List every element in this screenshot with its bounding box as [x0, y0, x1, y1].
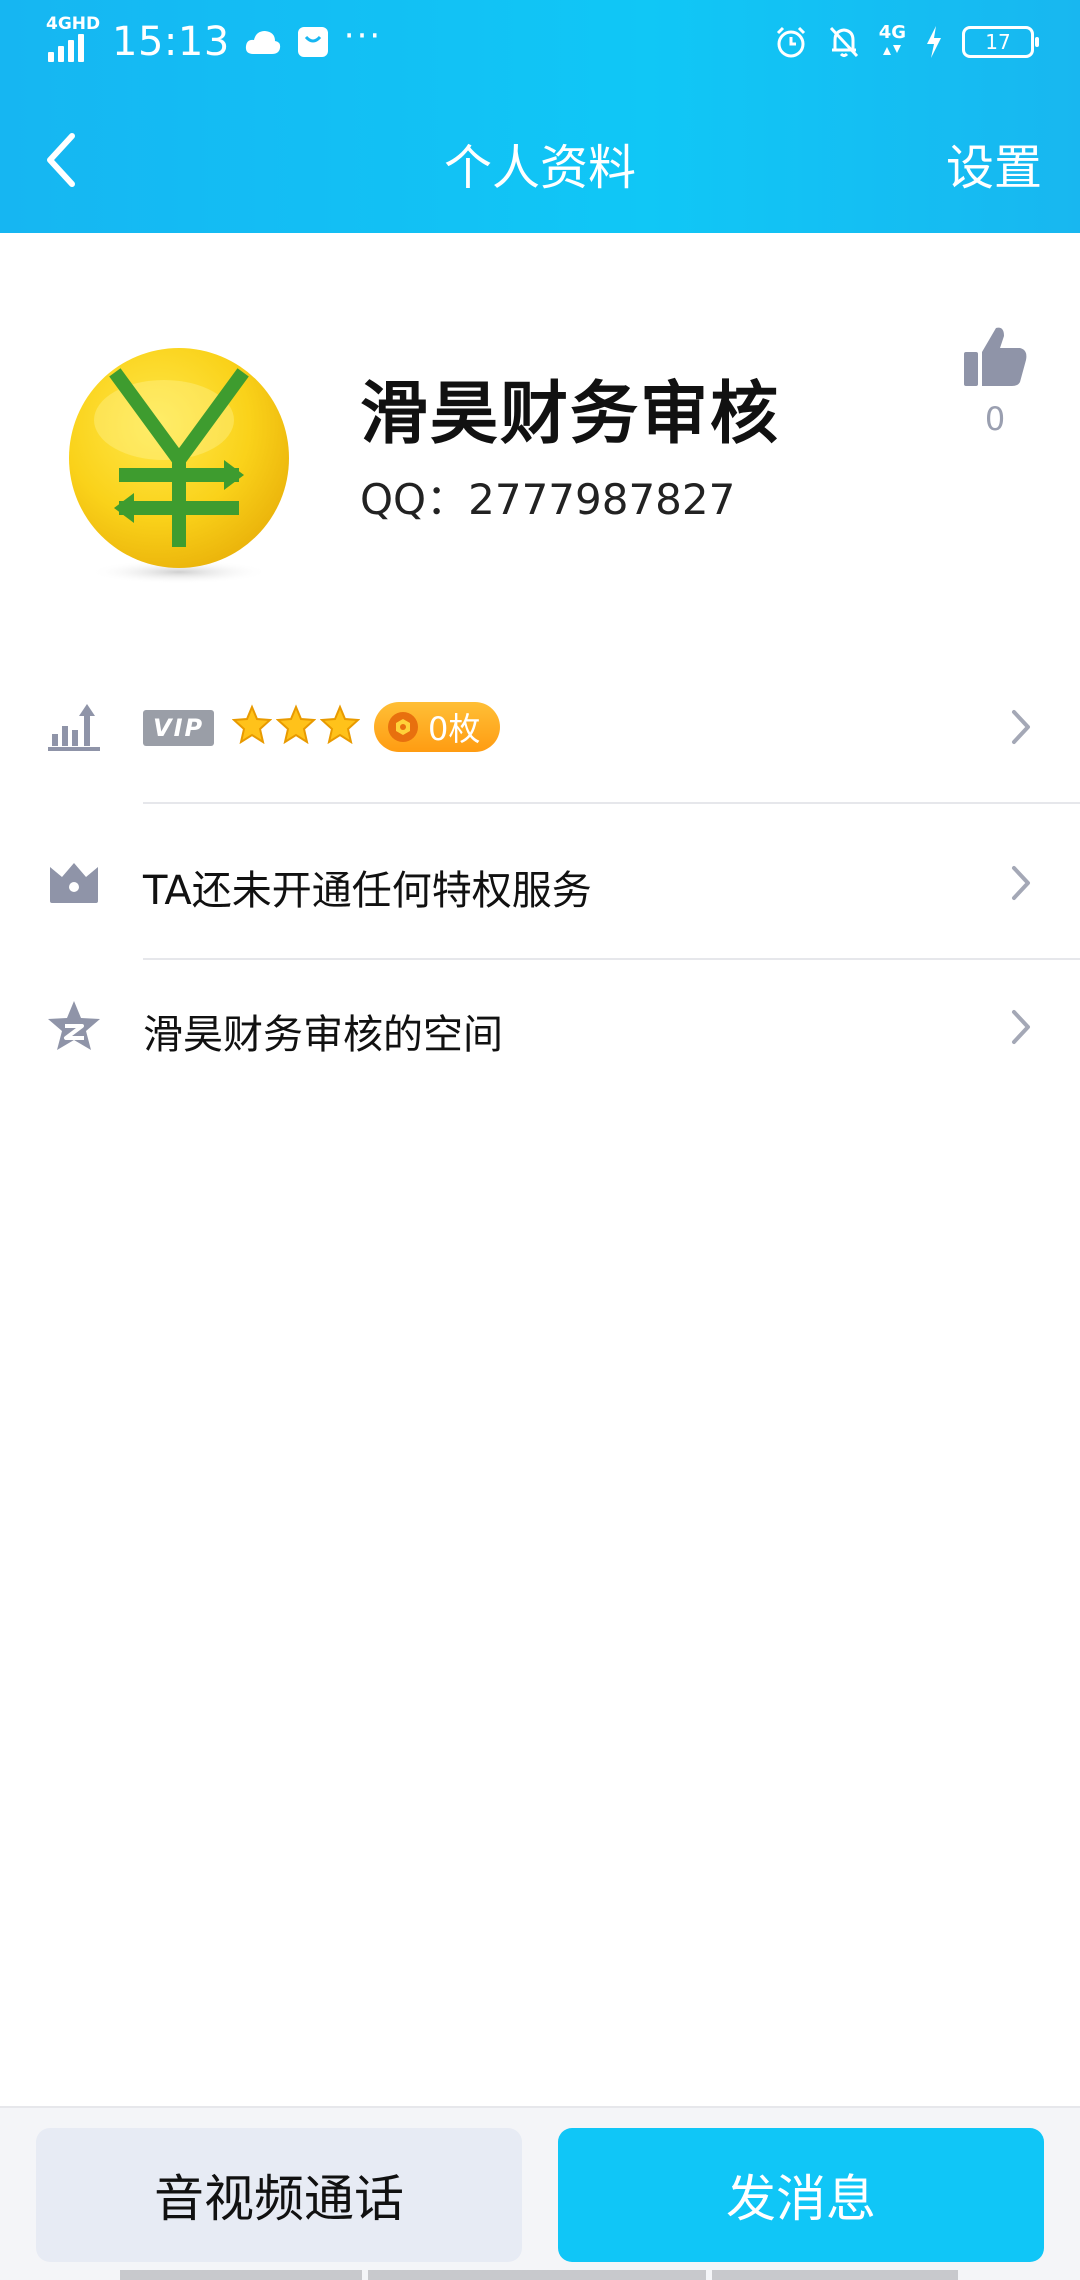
alarm-icon — [776, 26, 805, 58]
bottom-action-bar: 音视频通话 发消息 — [0, 2106, 1080, 2280]
qzone-row[interactable]: 滑昊财务审核的空间 — [0, 952, 1080, 1102]
page-title: 个人资料 — [443, 140, 636, 196]
charging-icon — [927, 26, 941, 58]
settings-button[interactable]: 设置 — [946, 128, 1042, 198]
star-icon — [320, 704, 360, 744]
send-message-button[interactable]: 发消息 — [558, 2128, 1044, 2262]
qq-label: QQ： — [360, 475, 469, 524]
vip-badge: VIP — [143, 710, 215, 746]
avatar[interactable] — [64, 340, 294, 590]
status-left: 4GHD 15:13 ··· — [46, 14, 383, 68]
coin-count: 0枚 — [428, 710, 481, 748]
data-arrows-icon — [882, 44, 901, 55]
network-type: 4GHD — [46, 14, 101, 34]
cloud-icon — [245, 31, 280, 54]
privilege-row[interactable]: TA还未开通任何特权服务 — [0, 808, 1080, 958]
nav-bar: 个人资料 设置 — [0, 110, 1080, 210]
coin-icon — [388, 712, 418, 742]
divider — [143, 802, 1080, 804]
signal-icon: 4GHD — [46, 14, 100, 62]
home-indicator[interactable] — [120, 2270, 960, 2280]
more-notifications-icon: ··· — [343, 16, 383, 56]
level-stars — [232, 704, 360, 744]
qzone-star-icon — [44, 996, 104, 1056]
crown-box-icon — [44, 852, 104, 912]
qq-number-line: QQ：2777987827 — [360, 466, 735, 527]
privilege-label: TA还未开通任何特权服务 — [143, 868, 592, 914]
level-up-icon — [44, 696, 104, 756]
chevron-right-icon — [1012, 866, 1030, 900]
qq-number: 2777987827 — [468, 475, 736, 524]
chevron-right-icon — [1012, 1010, 1030, 1044]
status-right: 4G 17 — [773, 16, 1039, 68]
battery-level: 17 — [985, 30, 1011, 54]
mute-bell-icon — [829, 26, 858, 58]
chevron-right-icon — [1012, 710, 1030, 744]
star-icon — [232, 704, 272, 744]
like-count: 0 — [984, 400, 1006, 438]
header: 4GHD 15:13 ··· 4G 17 个人资料 设置 — [0, 0, 1080, 233]
video-call-button[interactable]: 音视频通话 — [36, 2128, 522, 2262]
profile-name: 滑昊财务审核 — [360, 375, 781, 454]
battery-indicator: 17 — [962, 26, 1039, 58]
yuan-coin-icon — [69, 348, 289, 584]
vip-level-row[interactable]: VIP 0枚 — [0, 652, 1080, 802]
thumbs-up-icon — [964, 327, 1027, 386]
star-icon — [276, 704, 316, 744]
coin-badge: 0枚 — [374, 702, 501, 752]
like-button[interactable]: 0 — [950, 322, 1040, 438]
mobile-data-indicator: 4G — [878, 21, 906, 61]
status-bar: 4GHD 15:13 ··· 4G 17 — [0, 0, 1080, 90]
qzone-label: 滑昊财务审核的空间 — [143, 1012, 503, 1058]
mobile-data-label: 4G — [878, 21, 906, 43]
status-time: 15:13 — [112, 19, 230, 65]
message-icon — [297, 27, 328, 57]
